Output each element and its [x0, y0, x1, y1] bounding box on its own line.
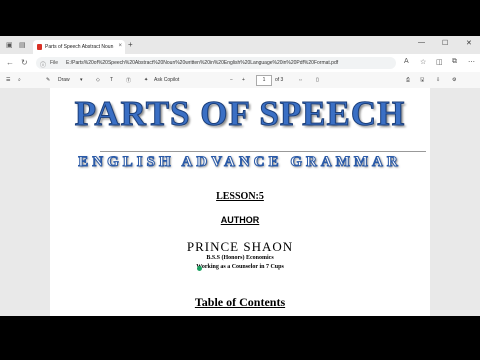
zoom-out-button[interactable]: −: [230, 77, 233, 83]
page-total: of 3: [275, 77, 284, 83]
more-menu-icon[interactable]: ⋯: [468, 58, 475, 66]
toc-heading: Table of Contents: [194, 295, 286, 309]
lesson-heading: LESSON:5: [216, 191, 264, 202]
contents-icon[interactable]: ☰: [6, 77, 10, 83]
favorite-icon[interactable]: ☆: [420, 58, 426, 66]
document-title: PARTS OF SPEECH: [74, 94, 406, 134]
collections-icon[interactable]: ⧉: [452, 58, 457, 66]
new-tab-button[interactable]: +: [128, 40, 133, 49]
url-field[interactable]: ⓘ File E:/Parts%20of%20Speech%20Abstract…: [36, 57, 396, 69]
tab-pdf[interactable]: Parts of Speech Abstract Noun - ×: [33, 40, 125, 54]
info-icon[interactable]: ⓘ: [40, 60, 46, 69]
add-text-icon[interactable]: Ⓣ: [126, 77, 131, 84]
maximize-button[interactable]: ☐: [442, 39, 448, 47]
page-number-input[interactable]: 1: [256, 75, 272, 86]
split-screen-icon[interactable]: ◫: [436, 58, 443, 66]
title-divider: [100, 151, 426, 152]
draw-button[interactable]: Draw: [58, 77, 70, 83]
copilot-icon[interactable]: ✦: [144, 77, 148, 83]
close-window-button[interactable]: ✕: [466, 39, 472, 47]
erase-icon[interactable]: ◇: [96, 77, 100, 83]
author-heading: AUTHOR: [220, 215, 260, 225]
browser-window: ▣ ▤ Parts of Speech Abstract Noun - × + …: [0, 36, 480, 316]
fit-page-icon[interactable]: ⇔: [298, 77, 303, 83]
author-name: PRINCE SHAON: [186, 239, 294, 254]
zoom-in-button[interactable]: +: [242, 77, 245, 83]
url-text[interactable]: E:/Parts%20of%20Speech%20Abstract%20Noun…: [66, 60, 391, 66]
save-as-icon[interactable]: ⇩: [436, 77, 440, 83]
url-file-label: File: [50, 60, 59, 66]
author-degree: B.S.S (Honors) Economics: [206, 255, 274, 261]
tab-actions-icon[interactable]: ▤: [19, 41, 26, 49]
text-icon[interactable]: T: [110, 77, 113, 83]
minimize-button[interactable]: —: [418, 39, 425, 46]
read-aloud-icon[interactable]: A: [404, 58, 409, 65]
print-icon[interactable]: ⎙: [406, 77, 410, 83]
pdf-favicon-icon: [37, 44, 42, 50]
ask-copilot-button[interactable]: Ask Copilot: [154, 77, 179, 83]
pdf-settings-icon[interactable]: ⚙: [452, 77, 456, 83]
tab-bar: ▣ ▤ Parts of Speech Abstract Noun - × + …: [0, 36, 480, 54]
save-icon[interactable]: 🖫: [420, 77, 424, 85]
document-subtitle: ENGLISH ADVANCE GRAMMAR: [78, 154, 402, 171]
mouse-cursor-indicator: [197, 266, 202, 271]
back-icon[interactable]: ←: [6, 58, 14, 67]
tab-close-icon[interactable]: ×: [118, 43, 122, 49]
pdf-viewport[interactable]: PARTS OF SPEECH ENGLISH ADVANCE GRAMMAR …: [0, 88, 480, 316]
pdf-page: PARTS OF SPEECH ENGLISH ADVANCE GRAMMAR …: [50, 88, 430, 316]
refresh-icon[interactable]: ↻: [21, 58, 28, 67]
page-view-icon[interactable]: ▯: [316, 77, 319, 83]
tab-title: Parts of Speech Abstract Noun -: [45, 44, 115, 50]
draw-pen-icon[interactable]: ✎: [46, 77, 50, 83]
highlight-icon[interactable]: ▾: [80, 77, 83, 83]
author-job: Working as a Counselor in 7 Cups: [196, 264, 284, 270]
find-icon[interactable]: ⌕: [18, 77, 21, 83]
address-bar: ← ↻ ⓘ File E:/Parts%20of%20Speech%20Abst…: [0, 54, 480, 73]
workspaces-icon[interactable]: ▣: [6, 41, 13, 49]
pdf-toolbar: ☰ ⌕ ✎ Draw ▾ ◇ T Ⓣ ✦ Ask Copilot − + 1 o…: [0, 72, 480, 89]
